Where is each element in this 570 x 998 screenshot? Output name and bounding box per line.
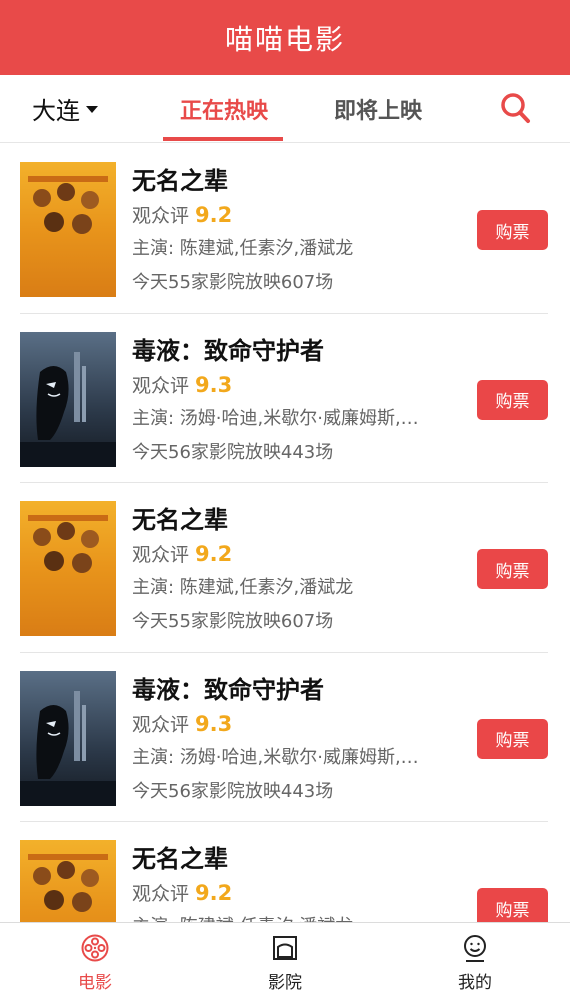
- caret-down-icon: [86, 106, 98, 113]
- city-name: 大连: [32, 97, 80, 125]
- score-value: 9.3: [195, 711, 233, 736]
- movie-list[interactable]: 无名之辈 观众评 9.2 主演: 陈建斌,任素汐,潘斌龙 今天55家影院放映607…: [0, 144, 570, 922]
- movie-score: 观众评 9.2: [132, 537, 452, 571]
- movie-list-item[interactable]: 无名之辈 观众评9.2 主演: 陈建斌,任素汐,潘斌龙 今天55家影院放映607…: [20, 144, 548, 314]
- movie-showtimes: 今天56家影院放映443场: [132, 780, 334, 802]
- movie-list-item[interactable]: 无名之辈 观众评9.2 主演: 陈建斌,任素汐,潘斌龙 今天55家影院放映607…: [20, 483, 548, 653]
- movie-list-item[interactable]: 无名之辈 观众评9.2 主演: 陈建斌,任素汐,潘斌龙 今天55家影院放映607…: [20, 822, 548, 922]
- movie-showtimes: 今天55家影院放映607场: [132, 611, 334, 632]
- cinema-icon: [273, 936, 297, 960]
- movie-list-item[interactable]: 毒液：致命守护者 观众评9.3 主演: 汤姆·哈迪,米歇尔·威廉姆斯,里兹·阿迈…: [20, 653, 548, 822]
- score-label: 观众评: [132, 205, 190, 227]
- search-button[interactable]: [500, 91, 532, 125]
- movie-info: 无名之辈 观众评9.2 主演: 陈建斌,任素汐,潘斌龙 今天55家影院放映607…: [132, 164, 452, 300]
- tab-now-showing[interactable]: 正在热映: [180, 93, 268, 125]
- score-label: 观众评: [132, 374, 190, 397]
- movie-actors: 主演: 汤姆·哈迪,米歇尔·威廉姆斯,里兹·阿迈德: [132, 407, 427, 429]
- movie-actors: 主演: 陈建斌,任素汐,潘斌龙: [132, 577, 354, 598]
- app-root: 喵喵电影 大连 正在热映 即将上映 无名之辈 观众评 9.2 主演: 陈建斌,任…: [0, 0, 570, 998]
- user-icon: [464, 935, 486, 962]
- tabbar-item-profile[interactable]: 我的: [380, 923, 570, 998]
- movie-list-item[interactable]: 毒液：致命守护者 观众评9.3 主演: 汤姆·哈迪,米歇尔·威廉姆斯,里兹·阿迈…: [20, 314, 548, 483]
- movie-score: 观众评 9.2: [132, 876, 452, 910]
- movie-actors: 主演: 陈建斌,任素汐,潘斌龙: [132, 238, 354, 259]
- score-label: 观众评: [132, 713, 190, 736]
- score-label: 观众评: [132, 883, 190, 905]
- movie-info: 毒液：致命守护者 观众评9.3 主演: 汤姆·哈迪,米歇尔·威廉姆斯,里兹·阿迈…: [132, 673, 452, 809]
- movie-actors: 主演: 汤姆·哈迪,米歇尔·威廉姆斯,里兹·阿迈德: [132, 746, 427, 768]
- tabbar-item-cinemas[interactable]: 影院: [190, 923, 380, 998]
- tabbar-label-profile: 我的: [458, 973, 492, 993]
- buy-ticket-button[interactable]: 购票: [477, 888, 548, 922]
- active-tab-indicator: [163, 137, 283, 141]
- buy-ticket-button[interactable]: 购票: [477, 379, 548, 420]
- movie-showtimes: 今天56家影院放映443场: [132, 441, 334, 463]
- movie-showtimes: 今天55家影院放映607场: [132, 272, 334, 293]
- city-selector[interactable]: 大连: [32, 91, 98, 126]
- movie-poster[interactable]: [20, 670, 116, 806]
- score-value: 9.2: [195, 542, 233, 566]
- score-value: 9.3: [195, 372, 233, 397]
- bottom-tab-bar: 电影 影院 我的: [0, 922, 570, 998]
- score-value: 9.2: [195, 203, 233, 227]
- movie-info: 无名之辈 观众评9.2 主演: 陈建斌,任素汐,潘斌龙 今天55家影院放映607…: [132, 842, 452, 922]
- movie-info: 毒液：致命守护者 观众评9.3 主演: 汤姆·哈迪,米歇尔·威廉姆斯,里兹·阿迈…: [132, 334, 452, 470]
- buy-ticket-button[interactable]: 购票: [477, 549, 548, 589]
- film-reel-icon: [81, 934, 109, 962]
- app-title: 喵喵电影: [224, 22, 345, 56]
- movie-poster[interactable]: [20, 501, 116, 636]
- movie-score: 观众评 9.2: [132, 198, 452, 232]
- movie-title[interactable]: 无名之辈: [132, 503, 452, 537]
- tabbar-label-movies: 电影: [78, 973, 112, 993]
- tabbar-item-movies[interactable]: 电影: [0, 923, 190, 998]
- tabbar-label-cinemas: 影院: [268, 973, 302, 993]
- buy-ticket-button[interactable]: 购票: [477, 718, 548, 759]
- movie-score: 观众评 9.3: [132, 368, 452, 402]
- movie-title[interactable]: 毒液：致命守护者: [132, 673, 452, 707]
- movie-score: 观众评 9.3: [132, 707, 452, 741]
- search-icon: [501, 93, 530, 123]
- movie-poster[interactable]: [20, 331, 116, 467]
- movie-title[interactable]: 无名之辈: [132, 164, 452, 198]
- score-value: 9.2: [195, 881, 233, 905]
- movie-poster[interactable]: [20, 840, 116, 922]
- top-nav: 大连 正在热映 即将上映: [0, 75, 570, 143]
- movie-info: 无名之辈 观众评9.2 主演: 陈建斌,任素汐,潘斌龙 今天55家影院放映607…: [132, 503, 452, 639]
- score-label: 观众评: [132, 544, 190, 566]
- app-header: 喵喵电影: [0, 0, 570, 75]
- tab-coming-soon[interactable]: 即将上映: [334, 93, 422, 125]
- buy-ticket-button[interactable]: 购票: [477, 210, 548, 250]
- movie-poster[interactable]: [20, 162, 116, 297]
- movie-title[interactable]: 毒液：致命守护者: [132, 334, 452, 368]
- movie-actors: 主演: 陈建斌,任素汐,潘斌龙: [132, 910, 427, 922]
- movie-title[interactable]: 无名之辈: [132, 842, 452, 876]
